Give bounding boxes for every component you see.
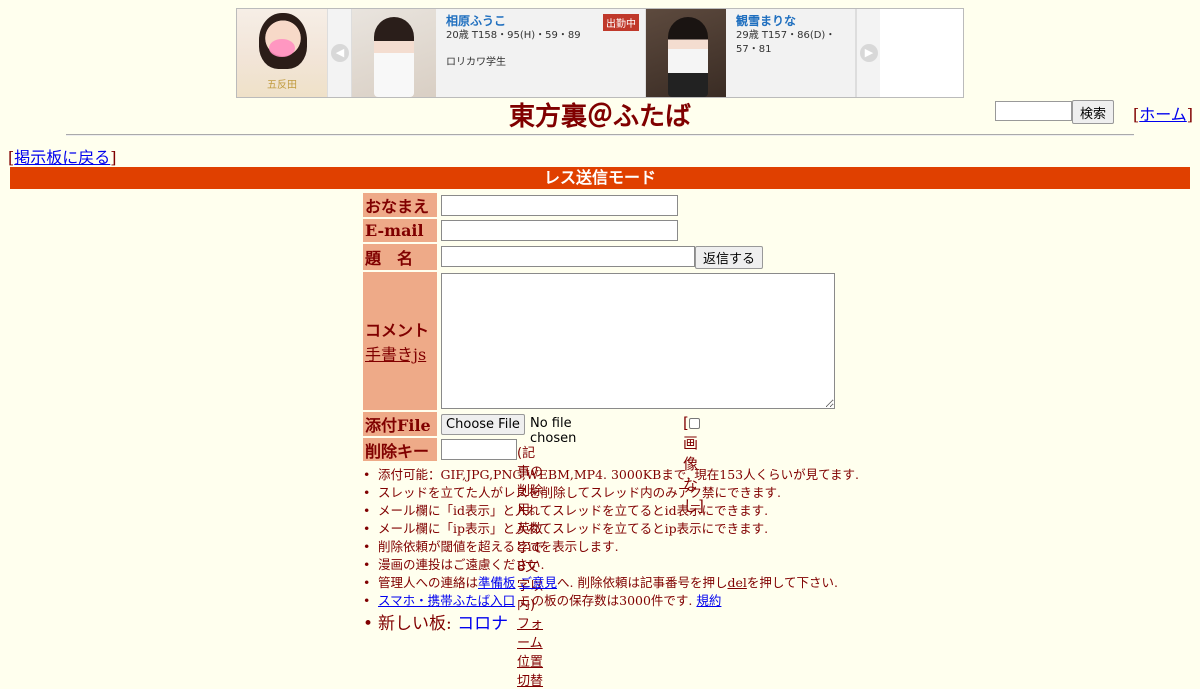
subject-input[interactable] [441,246,695,267]
ad-prev-button[interactable]: ◀ [328,9,352,97]
list-item: 削除依頼が閾値を超えるとidを表示します. [360,538,859,556]
list-item: メール欄に「id表示」と入れてスレッドを立てるとid表示にできます. [360,502,859,520]
rule-text: 管理人への連絡は [378,575,479,590]
list-item: 新しい板: コロナ [360,612,859,636]
no-image-checkbox[interactable] [688,418,700,429]
rule-text: 削除依頼が閾値を超えるとidを表示します. [378,539,619,554]
del-link[interactable]: del [727,575,746,590]
list-item: 漫画の連投はご遠慮ください. [360,556,859,574]
comment-row: コメント 手書きjs [363,272,437,410]
ad-card[interactable]: 観雪まりな 29歳 T157・86(D)・57・81 [646,9,856,97]
list-item: メール欄に「ip表示」と入れてスレッドを立てるとip表示にできます. [360,520,859,538]
ad-card[interactable]: 相原ふうこ 20歳 T158・95(H)・59・89 ロリカワ学生 出勤中 [352,9,646,97]
ad-card-stats: 29歳 T157・86(D)・57・81 [736,30,836,55]
ad-card-photo[interactable] [352,9,436,97]
email-row: E-mail [363,219,437,242]
prep-board-link[interactable]: 準備板 [478,575,516,590]
feedback-link[interactable]: ご意見 [520,575,558,590]
oekaki-link[interactable]: 手書きjs [365,341,426,365]
terms-link[interactable]: 規約 [696,593,721,608]
board-rules-list: 添付可能：GIF,JPG,PNG,WEBM,MP4. 3000KBまで. 現在1… [360,466,859,636]
file-row: 添付File [363,412,437,436]
name-row: おなまえ [363,193,437,217]
home-link-wrapper: [ホーム] [1133,105,1194,124]
mobile-entrance-link[interactable]: スマホ・携帯ふたば入口 [378,593,515,608]
rule-text: を押して下さい. [746,575,838,590]
file-label: 添付File [363,412,437,436]
rule-text: 漫画の連投はご遠慮ください. [378,557,545,572]
search-button[interactable]: 検索 [1072,100,1114,124]
back-link-wrapper: [掲示板に戻る] [8,148,117,167]
ad-card-photo[interactable] [646,9,726,97]
list-item: スマホ・携帯ふたば入口 この板の保存数は3000件です. 規約 [360,592,859,610]
subject-label: 題 名 [363,244,437,270]
status-badge: 出勤中 [603,14,639,31]
submit-button[interactable]: 返信する [695,246,763,269]
rule-text: この板の保存数は3000件です. [519,593,693,608]
back-to-board-link[interactable]: 掲示板に戻る [14,148,110,167]
reply-mode-bar: レス送信モード [10,167,1190,189]
ad-next-button[interactable]: ▶ [856,9,880,97]
delkey-label: 削除キー [363,438,437,461]
name-input[interactable] [441,195,678,216]
comment-label-cell: コメント 手書きjs [363,272,437,410]
delkey-row: 削除キー [363,438,437,461]
subject-row: 題 名 [363,244,437,270]
list-item: スレッドを立てた人がレスを削除してスレッド内のみアク禁にできます. [360,484,859,502]
comment-textarea[interactable] [441,273,835,409]
chevron-left-icon: ◀ [331,44,349,62]
rule-text: 添付可能：GIF,JPG,PNG,WEBM,MP4. 3000KBまで. 現在1… [378,467,859,482]
ad-card-desc: ロリカワ学生 [446,57,506,68]
comment-label: コメント [365,321,430,340]
heart-icon [269,39,295,57]
chevron-right-icon: ▶ [860,44,878,62]
ad-card-stats: 20歳 T158・95(H)・59・89 [446,30,581,41]
search-input[interactable] [995,101,1072,121]
rule-text: メール欄に「ip表示」と入れてスレッドを立てるとip表示にできます. [378,521,769,536]
ad-card-name[interactable]: 観雪まりな [736,13,855,29]
rule-text: メール欄に「id表示」と入れてスレッドを立てるとid表示にできます. [378,503,769,518]
ad-logo-image[interactable]: 五反田 [237,9,328,97]
rule-text: 新しい板: [378,614,458,634]
ad-banner[interactable]: 五反田 ◀ 相原ふうこ 20歳 T158・95(H)・59・89 ロリカワ学生 … [236,8,964,98]
list-item: 添付可能：GIF,JPG,PNG,WEBM,MP4. 3000KBまで. 現在1… [360,466,859,484]
list-item: 管理人への連絡は準備板 ご意見へ. 削除依頼は記事番号を押しdelを押して下さい… [360,574,859,592]
email-input[interactable] [441,220,678,241]
name-label: おなまえ [363,193,437,217]
delete-key-input[interactable] [441,439,517,460]
home-link[interactable]: ホーム [1139,105,1187,124]
rule-text: へ. 削除依頼は記事番号を押し [557,575,728,590]
divider [66,134,1134,136]
rule-text: スレッドを立てた人がレスを削除してスレッド内のみアク禁にできます. [378,485,781,500]
email-label: E-mail [363,219,437,242]
new-board-link[interactable]: コロナ [457,614,508,634]
ad-logo-text: 五反田 [267,80,297,91]
choose-file-button[interactable]: Choose File [441,414,525,435]
